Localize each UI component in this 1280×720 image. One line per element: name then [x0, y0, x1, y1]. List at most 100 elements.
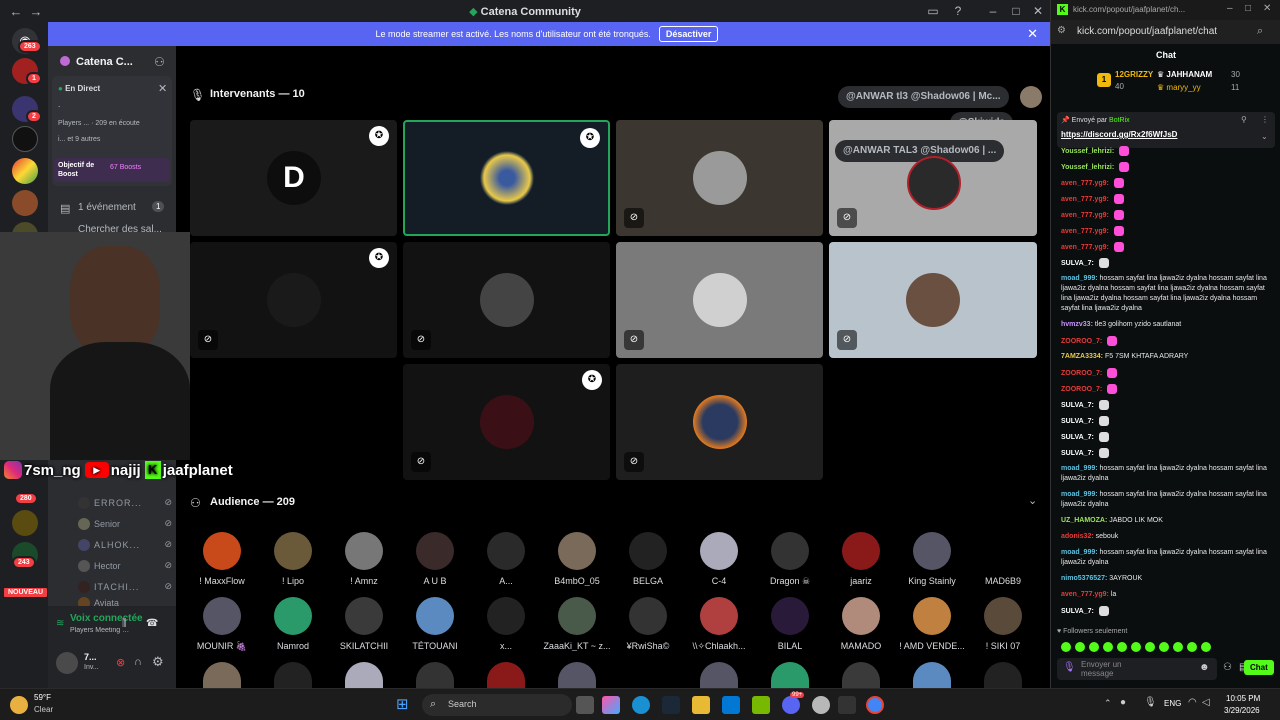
audience-member[interactable]: MOUNIR 🍇: [187, 597, 257, 652]
chat-username[interactable]: aven_777.yg9:: [1061, 228, 1109, 235]
app-icon[interactable]: [838, 696, 856, 714]
audience-member[interactable]: ¥RwiSha©: [613, 597, 683, 651]
chat-message[interactable]: SULVA_7:: [1061, 258, 1273, 269]
avatar[interactable]: [487, 662, 525, 688]
speaker-tile[interactable]: ✪ ⊘: [190, 242, 397, 358]
chat-message[interactable]: aven_777.yg9: la: [1061, 590, 1273, 600]
chat-message[interactable]: SULVA_7:: [1061, 432, 1273, 443]
noise-suppression-icon[interactable]: ⫼: [122, 618, 127, 629]
tray-app-icon[interactable]: ●: [1120, 697, 1126, 708]
boost-goal[interactable]: Objectif de Boost 67 Boosts: [54, 158, 170, 182]
emote-icon[interactable]: [1173, 642, 1183, 652]
avatar[interactable]: [984, 662, 1022, 688]
chat-message[interactable]: moad_999: hossam sayfat lina ljawa2iz dy…: [1061, 548, 1273, 568]
chat-message[interactable]: SULVA_7:: [1061, 448, 1273, 459]
audience-member[interactable]: A...: [471, 532, 541, 586]
nvidia-icon[interactable]: [752, 696, 770, 714]
speaker-tile[interactable]: ⊘: [403, 242, 610, 358]
chat-message[interactable]: moad_999: hossam sayfat lina ljawa2iz dy…: [1061, 464, 1273, 484]
chat-username[interactable]: moad_999:: [1061, 275, 1098, 282]
address-url[interactable]: kick.com/popout/jaafplanet/chat: [1077, 26, 1217, 37]
audience-member[interactable]: ! AMD VENDE...: [897, 597, 967, 651]
chat-username[interactable]: moad_999:: [1061, 549, 1098, 556]
chat-message[interactable]: Youssef_lehrizi:: [1061, 162, 1273, 173]
audience-member[interactable]: ! SIKI 07: [968, 597, 1038, 651]
emote-icon[interactable]: [1145, 642, 1155, 652]
chat-message[interactable]: aven_777.yg9:: [1061, 242, 1273, 253]
avatar[interactable]: [700, 662, 738, 688]
guild-name[interactable]: Catena C...: [76, 56, 133, 68]
avatar[interactable]: [274, 662, 312, 688]
audience-member[interactable]: jaariz: [826, 532, 896, 586]
disable-streamer-mode-button[interactable]: Désactiver: [658, 26, 719, 42]
avatar[interactable]: [416, 662, 454, 688]
clock-date[interactable]: 3/29/2026: [1224, 706, 1260, 715]
chrome-icon[interactable]: [866, 696, 884, 714]
chat-message[interactable]: nimo5376527: 3AYROUK: [1061, 574, 1273, 584]
chat-username[interactable]: UZ_HAMOZA:: [1061, 517, 1107, 524]
audience-member[interactable]: ZaaaKi_KT ~ z...: [542, 597, 612, 651]
close-window-icon[interactable]: ✕: [1030, 3, 1046, 19]
copilot-icon[interactable]: [602, 696, 620, 714]
voice-member[interactable]: Senior ⊘: [78, 513, 172, 534]
pinned-message[interactable]: 📌 Envoyé par BotRix https://discord.gg/R…: [1057, 112, 1275, 148]
audience-member[interactable]: Dragon ☠: [755, 532, 825, 587]
chat-message[interactable]: aven_777.yg9:: [1061, 194, 1273, 205]
chat-username[interactable]: aven_777.yg9:: [1061, 180, 1109, 187]
chat-username[interactable]: ZOOROO_7:: [1061, 386, 1102, 393]
server-icon-5[interactable]: [12, 190, 38, 216]
chat-username[interactable]: SULVA_7:: [1061, 402, 1094, 409]
chat-username[interactable]: aven_777.yg9:: [1061, 591, 1109, 598]
emote-icon[interactable]: [1061, 642, 1071, 652]
voice-channel-name[interactable]: Players Meeting / ...: [70, 627, 130, 634]
chat-username[interactable]: moad_999:: [1061, 465, 1098, 472]
live-stage-card[interactable]: ● En Direct ✕ . Players ... · 209 en éco…: [52, 76, 172, 186]
audience-member[interactable]: BILAL: [755, 597, 825, 651]
pin-icon[interactable]: ⚲: [1241, 115, 1247, 124]
search-icon[interactable]: ⌕: [1257, 25, 1263, 38]
extensions-icon[interactable]: ⚇: [1223, 662, 1232, 673]
audience-member[interactable]: x...: [471, 597, 541, 651]
chat-message[interactable]: aven_777.yg9:: [1061, 226, 1273, 237]
audience-member[interactable]: BELGA: [613, 532, 683, 586]
chat-message[interactable]: moad_999: hossam sayfat lina ljawa2iz dy…: [1061, 274, 1273, 314]
voice-member[interactable]: ITACHI... ⊘: [78, 576, 172, 597]
disconnect-icon[interactable]: ☎: [146, 618, 158, 629]
chat-username[interactable]: SULVA_7:: [1061, 608, 1094, 615]
voice-member[interactable]: ALHOK... ⊘: [78, 534, 172, 555]
taskbar-search[interactable]: ⌕ Search: [422, 694, 572, 716]
chat-username[interactable]: ZOOROO_7:: [1061, 338, 1102, 345]
audience-member[interactable]: \\✧Chlaakh...: [684, 597, 754, 652]
audience-member[interactable]: TÉTOUANI: [400, 597, 470, 651]
audience-member[interactable]: C-4: [684, 532, 754, 586]
steam-icon[interactable]: [662, 696, 680, 714]
audience-member[interactable]: B4mbO_05: [542, 532, 612, 586]
avatar[interactable]: [203, 662, 241, 688]
speaker-tile[interactable]: D ✪: [190, 120, 397, 236]
chat-message[interactable]: adonis32: sebouk: [1061, 532, 1273, 542]
avatar[interactable]: [842, 662, 880, 688]
audience-member[interactable]: ! MaxxFlow: [187, 532, 257, 586]
store-icon[interactable]: [722, 696, 740, 714]
mic-muted-icon[interactable]: ⊗: [116, 656, 125, 669]
chat-message[interactable]: Youssef_lehrizi:: [1061, 146, 1273, 157]
voice-member[interactable]: ERROR... ⊘: [78, 492, 172, 513]
speaker-tile[interactable]: @ANWAR TAL3 @Shadow06 | ... ⊘: [829, 120, 1037, 236]
chat-username[interactable]: 7AMZA3334:: [1061, 353, 1103, 360]
chat-username[interactable]: aven_777.yg9:: [1061, 196, 1109, 203]
file-explorer-icon[interactable]: [692, 696, 710, 714]
chat-message[interactable]: aven_777.yg9:: [1061, 210, 1273, 221]
close-banner-icon[interactable]: ✕: [1027, 26, 1038, 42]
pinned-link[interactable]: https://discord.gg/Rx2f6WfJsD: [1061, 130, 1177, 139]
more-icon[interactable]: ⋮: [1261, 115, 1269, 124]
chat-username[interactable]: adonis32:: [1061, 533, 1094, 540]
signal-icon[interactable]: ≋: [56, 618, 64, 629]
send-chat-button[interactable]: Chat: [1244, 660, 1274, 675]
volume-icon[interactable]: ◁: [1202, 697, 1210, 708]
windows-start-icon[interactable]: ⊞: [396, 696, 414, 714]
emote-icon[interactable]: [1159, 642, 1169, 652]
chat-message[interactable]: 7AMZA3334: F5 7SM KHTAFA ADRARY: [1061, 352, 1273, 362]
emote-icon[interactable]: [1131, 642, 1141, 652]
server-icon-4[interactable]: [12, 158, 38, 184]
speaker-tile[interactable]: ⊘: [829, 242, 1037, 358]
